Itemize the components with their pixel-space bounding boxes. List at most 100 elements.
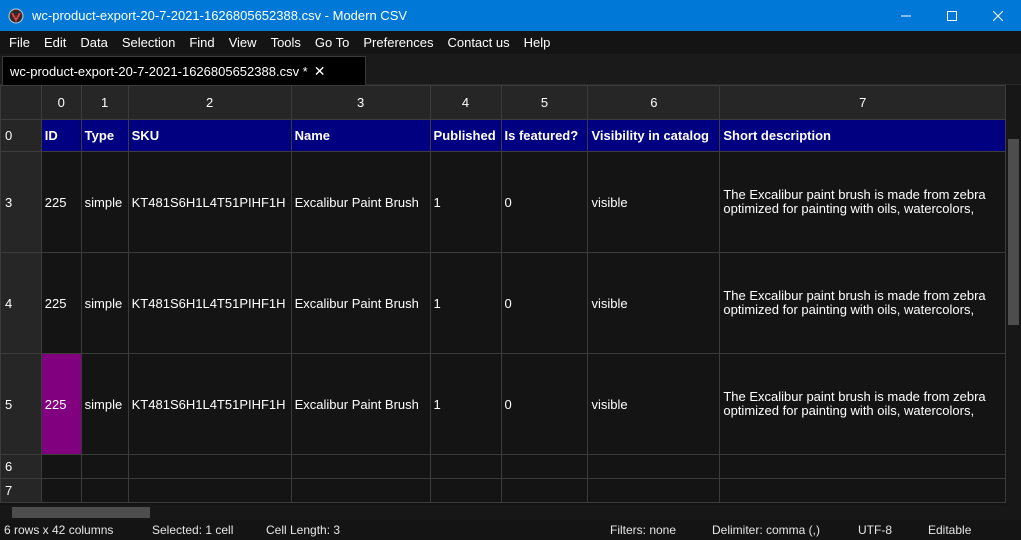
cell-sku[interactable]: KT481S6H1L4T51PIHF1H [127, 252, 292, 354]
column-number[interactable]: 3 [290, 85, 431, 120]
empty-cell[interactable] [80, 478, 129, 503]
tab-document[interactable]: wc-product-export-20-7-2021-162680565238… [2, 56, 366, 85]
menu-selection[interactable]: Selection [115, 31, 182, 54]
empty-cell[interactable] [40, 454, 82, 479]
menu-preferences[interactable]: Preferences [356, 31, 440, 54]
cell-type[interactable]: simple [80, 353, 129, 455]
menu-contact-us[interactable]: Contact us [440, 31, 516, 54]
cell-visibility[interactable]: visible [587, 252, 721, 354]
window-title: wc-product-export-20-7-2021-162680565238… [32, 8, 408, 23]
description-line: optimized for painting with oils, waterc… [723, 201, 975, 216]
horizontal-scrollbar[interactable] [0, 505, 1006, 520]
column-number[interactable]: 4 [429, 85, 502, 120]
menu-data[interactable]: Data [73, 31, 114, 54]
status-bar: 6 rows x 42 columns Selected: 1 cell Cel… [0, 520, 1021, 540]
cell-published[interactable]: 1 [429, 353, 502, 455]
row-number[interactable]: 5 [0, 353, 42, 455]
empty-cell[interactable] [719, 454, 1006, 479]
empty-cell[interactable] [80, 454, 129, 479]
description-line: The Excalibur paint brush is made from z… [723, 389, 986, 404]
cell-published[interactable]: 1 [429, 151, 502, 253]
cell-short-description[interactable]: The Excalibur paint brush is made from z… [719, 353, 1006, 455]
menu-edit[interactable]: Edit [37, 31, 73, 54]
empty-cell[interactable] [719, 478, 1006, 503]
empty-cell[interactable] [429, 478, 502, 503]
cell-published[interactable]: 1 [429, 252, 502, 354]
cell-id[interactable]: 225 [40, 252, 82, 354]
vertical-scrollbar[interactable] [1006, 85, 1021, 505]
column-number[interactable]: 1 [80, 85, 129, 120]
cell-id-selected[interactable]: 225 [40, 353, 82, 455]
column-number[interactable]: 2 [127, 85, 292, 120]
cell-visibility[interactable]: visible [587, 151, 721, 253]
cell-type[interactable]: simple [80, 252, 129, 354]
cell-short-description[interactable]: The Excalibur paint brush is made from z… [719, 252, 1006, 354]
header-row: 0 ID Type SKU Name Published Is featured… [0, 119, 1006, 152]
maximize-button[interactable] [929, 0, 975, 31]
cell-name[interactable]: Excalibur Paint Brush [290, 252, 431, 354]
column-number[interactable]: 6 [587, 85, 721, 120]
title-bar: wc-product-export-20-7-2021-162680565238… [0, 0, 1021, 31]
empty-cell[interactable] [587, 478, 721, 503]
cell-name[interactable]: Excalibur Paint Brush [290, 151, 431, 253]
empty-cell[interactable] [40, 478, 82, 503]
empty-cell[interactable] [500, 454, 589, 479]
cell-sku[interactable]: KT481S6H1L4T51PIHF1H [127, 353, 292, 455]
grid-corner[interactable] [0, 85, 42, 120]
tab-strip: wc-product-export-20-7-2021-162680565238… [0, 54, 1021, 85]
menu-tools[interactable]: Tools [264, 31, 308, 54]
scrollbar-corner [1006, 505, 1021, 520]
menu-help[interactable]: Help [517, 31, 558, 54]
vertical-scrollbar-thumb[interactable] [1008, 139, 1019, 325]
status-delimiter[interactable]: Delimiter: comma (,) [712, 523, 820, 537]
header-cell-type[interactable]: Type [80, 119, 129, 152]
empty-cell[interactable] [290, 478, 431, 503]
empty-cell[interactable] [429, 454, 502, 479]
cell-sku[interactable]: KT481S6H1L4T51PIHF1H [127, 151, 292, 253]
column-number[interactable]: 7 [719, 85, 1006, 120]
row-number[interactable]: 7 [0, 478, 42, 503]
description-line: The Excalibur paint brush is made from z… [723, 288, 986, 303]
cell-type[interactable]: simple [80, 151, 129, 253]
column-number[interactable]: 5 [500, 85, 589, 120]
header-cell-visibility[interactable]: Visibility in catalog [587, 119, 721, 152]
maximize-icon [947, 10, 957, 21]
empty-cell[interactable] [587, 454, 721, 479]
header-cell-sku[interactable]: SKU [127, 119, 292, 152]
menu-view[interactable]: View [222, 31, 264, 54]
empty-cell[interactable] [290, 454, 431, 479]
empty-cell[interactable] [500, 478, 589, 503]
cell-short-description[interactable]: The Excalibur paint brush is made from z… [719, 151, 1006, 253]
menu-file[interactable]: File [2, 31, 37, 54]
minimize-button[interactable] [883, 0, 929, 31]
cell-is-featured[interactable]: 0 [500, 252, 589, 354]
status-mode[interactable]: Editable [928, 523, 971, 537]
cell-is-featured[interactable]: 0 [500, 151, 589, 253]
header-cell-id[interactable]: ID [40, 119, 82, 152]
header-cell-published[interactable]: Published [429, 119, 502, 152]
tab-close-icon[interactable]: ✕ [314, 63, 326, 80]
row-number[interactable]: 3 [0, 151, 42, 253]
empty-cell[interactable] [127, 478, 292, 503]
cell-is-featured[interactable]: 0 [500, 353, 589, 455]
cell-name[interactable]: Excalibur Paint Brush [290, 353, 431, 455]
row-number[interactable]: 0 [0, 119, 42, 152]
minimize-icon [901, 15, 911, 16]
cell-visibility[interactable]: visible [587, 353, 721, 455]
status-encoding[interactable]: UTF-8 [858, 523, 892, 537]
spreadsheet-grid[interactable]: 0 1 2 3 4 5 6 7 0 ID Type SKU Name Publi… [0, 85, 1006, 505]
menu-go-to[interactable]: Go To [308, 31, 356, 54]
column-number[interactable]: 0 [40, 85, 82, 120]
header-cell-name[interactable]: Name [290, 119, 431, 152]
row-number[interactable]: 6 [0, 454, 42, 479]
empty-cell[interactable] [127, 454, 292, 479]
menu-find[interactable]: Find [182, 31, 221, 54]
close-button[interactable] [975, 0, 1021, 31]
header-cell-short-description[interactable]: Short description [719, 119, 1006, 152]
header-cell-is-featured[interactable]: Is featured? [500, 119, 589, 152]
modern-csv-logo-icon [8, 8, 24, 23]
row-number[interactable]: 4 [0, 252, 42, 354]
status-filters[interactable]: Filters: none [610, 523, 676, 537]
cell-id[interactable]: 225 [40, 151, 82, 253]
horizontal-scrollbar-thumb[interactable] [12, 507, 150, 518]
